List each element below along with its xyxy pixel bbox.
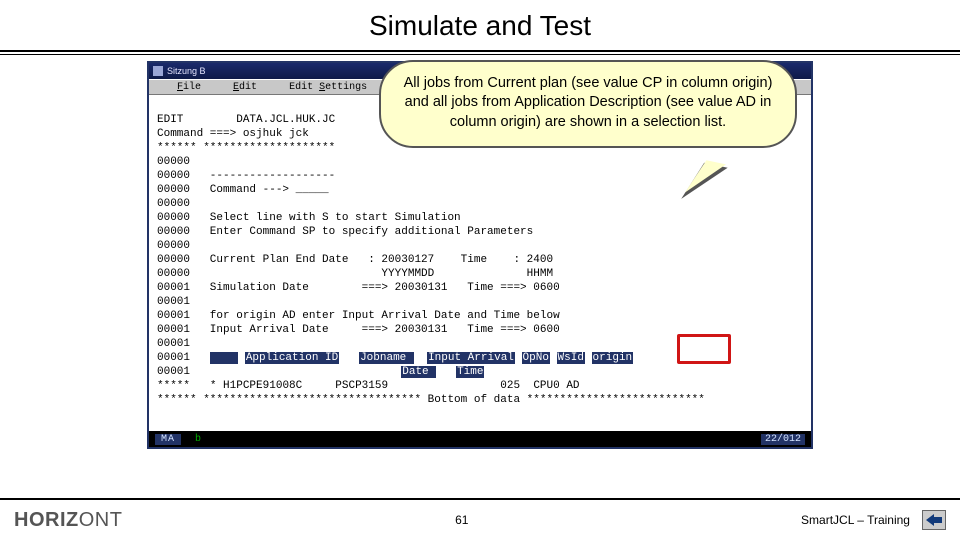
t-header-row1: 00001 Application ID Jobname Input Arriv…: [157, 352, 633, 364]
menu-edit[interactable]: Edit: [233, 82, 257, 93]
slide-title: Simulate and Test: [0, 0, 960, 48]
divider-top-thick: [0, 50, 960, 52]
footer-product: SmartJCL – Training: [801, 513, 910, 527]
back-arrow-icon: [926, 514, 942, 526]
t-line: 00000 YYYYMMDD HHMM: [157, 268, 553, 280]
screenshot-stage: Sitzung B File Edit Edit Settings EDIT D…: [147, 61, 813, 449]
t-line: 00001 for origin AD enter Input Arrival …: [157, 310, 560, 322]
t-data-row[interactable]: ***** * H1PCPE91008C PSCP3159 025 CPU0 A…: [157, 380, 580, 392]
t-line: 00000 Enter Command SP to specify additi…: [157, 226, 533, 238]
t-line: 00000 -------------------: [157, 170, 335, 182]
t-line: 00000: [157, 156, 190, 168]
t-line: 00000: [157, 198, 190, 210]
annotation-text: All jobs from Current plan (see value CP…: [379, 60, 797, 148]
t-line: 00000: [157, 240, 190, 252]
window-statusbar: MA b 22/012: [149, 431, 811, 447]
back-button[interactable]: [922, 510, 946, 530]
divider-top-thin: [0, 54, 960, 55]
t-line-top: ****** ********************: [157, 142, 335, 154]
menu-edit-settings[interactable]: Edit Settings: [289, 82, 367, 93]
t-line: 00001: [157, 338, 190, 350]
slide-footer: HORIZONT 61 SmartJCL – Training: [0, 498, 960, 540]
window-sysmenu-icon[interactable]: [153, 66, 163, 76]
highlight-origin-column: [677, 334, 731, 364]
t-line-edit: EDIT DATA.JCL.HUK.JC: [157, 114, 335, 126]
t-line: 00000 Current Plan End Date : 20030127 T…: [157, 254, 553, 266]
t-line: 00001 Input Arrival Date ===> 20030131 T…: [157, 324, 560, 336]
t-header-row2: 00001 Date Time: [157, 366, 484, 378]
status-cursor-pos: 22/012: [761, 434, 805, 445]
menu-file[interactable]: File: [177, 82, 201, 93]
t-line: 00000 Select line with S to start Simula…: [157, 212, 461, 224]
brand-logo: HORIZONT: [14, 509, 122, 532]
t-bottom: ****** *********************************…: [157, 394, 705, 406]
t-line-cmd[interactable]: Command ===> osjhuk jck: [157, 128, 309, 140]
status-b: b: [195, 434, 201, 445]
t-line: 00001: [157, 296, 190, 308]
t-line-panelcmd[interactable]: 00000 Command ---> _____: [157, 184, 329, 196]
t-line: 00001 Simulation Date ===> 20030131 Time…: [157, 282, 560, 294]
status-ma: MA: [155, 434, 181, 445]
annotation-callout: All jobs from Current plan (see value CP…: [379, 60, 797, 148]
window-title: Sitzung B: [167, 66, 206, 76]
page-number: 61: [455, 513, 468, 527]
